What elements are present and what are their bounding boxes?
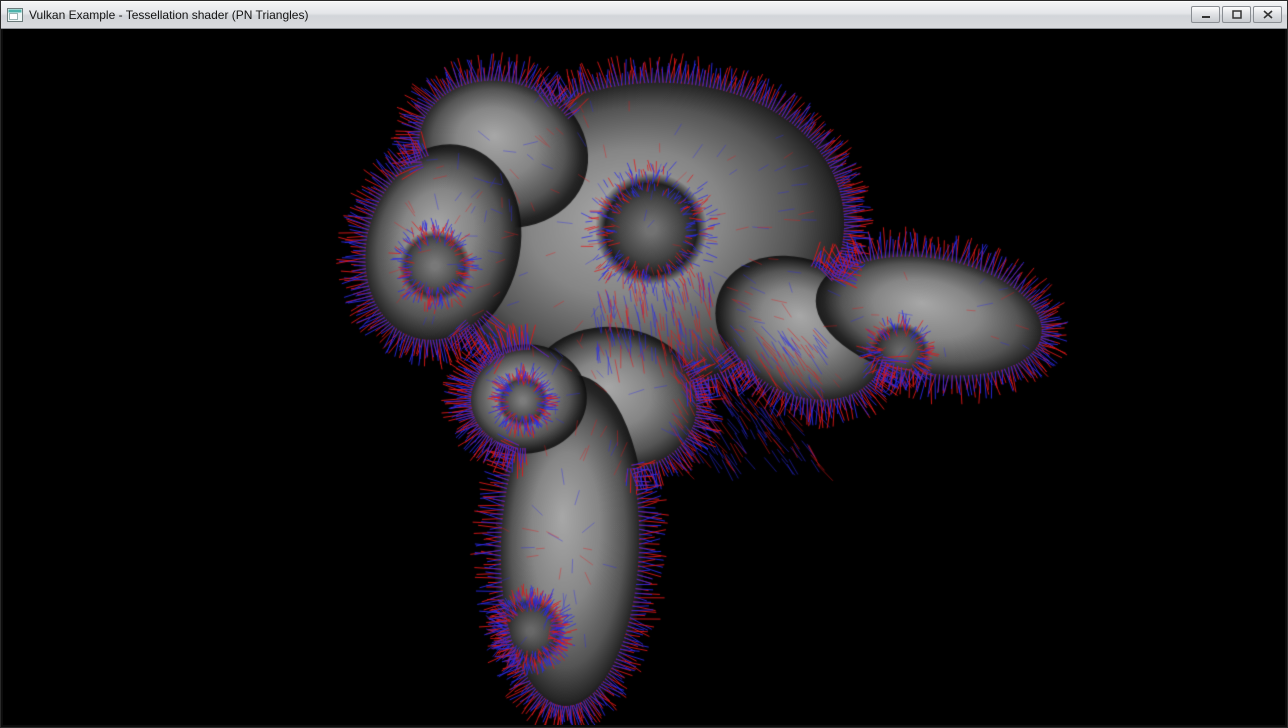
minimize-button[interactable] [1191, 6, 1220, 23]
app-window: Vulkan Example - Tessellation shader (PN… [0, 0, 1288, 728]
viewport-container [3, 29, 1285, 725]
close-button[interactable] [1253, 6, 1282, 23]
minimize-icon [1201, 10, 1211, 19]
window-title: Vulkan Example - Tessellation shader (PN… [29, 8, 308, 22]
window-controls [1191, 6, 1282, 23]
maximize-button[interactable] [1222, 6, 1251, 23]
app-icon [7, 8, 23, 22]
close-icon [1263, 10, 1273, 19]
maximize-icon [1232, 10, 1242, 19]
render-viewport[interactable] [3, 29, 1285, 725]
titlebar[interactable]: Vulkan Example - Tessellation shader (PN… [1, 1, 1287, 29]
